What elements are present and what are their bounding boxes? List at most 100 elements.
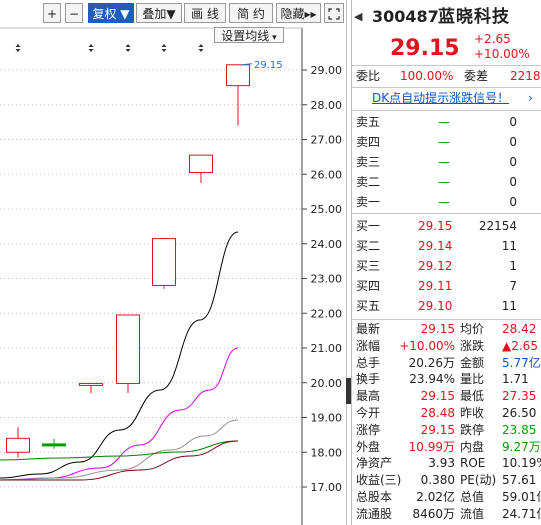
stat-value: 29.15 bbox=[420, 389, 455, 404]
stat-value: 10.19% bbox=[502, 456, 541, 471]
diejia-dropdown[interactable]: 叠加▼ bbox=[136, 3, 182, 23]
price-tick-label: 27.00 bbox=[311, 134, 343, 147]
draw-line-button[interactable]: 画 线 bbox=[184, 3, 226, 23]
period-marker-icon bbox=[15, 44, 21, 52]
stat-row: 外盘 10.99万 内盘 9.27万 bbox=[352, 439, 541, 456]
order-price: — bbox=[438, 115, 450, 129]
stat-row: 换手 23.94% 量比 1.71 bbox=[352, 371, 541, 388]
stat-row: 今开 28.48 昨收 26.50 bbox=[352, 405, 541, 422]
stat-value: 28.42 bbox=[502, 322, 537, 336]
expand-icon bbox=[328, 8, 340, 20]
divider bbox=[352, 319, 541, 320]
price-tick-label: 23.00 bbox=[311, 273, 343, 286]
price-tick-label: 28.00 bbox=[311, 99, 343, 112]
buy-row: 买四 29.11 7 bbox=[352, 277, 541, 296]
price-change-pct: +10.00% bbox=[474, 47, 530, 61]
stat-label: 流值 bbox=[460, 506, 485, 521]
sell-row: 卖一 — 0 bbox=[352, 193, 541, 212]
stat-row: 最高 29.15 最低 27.35 bbox=[352, 388, 541, 405]
divider bbox=[352, 213, 541, 214]
stat-row: 总股本 2.02亿总值 59.01亿 bbox=[352, 489, 541, 506]
stat-label: 金额 bbox=[460, 355, 485, 370]
stat-value: 27.35 bbox=[502, 389, 537, 404]
fuquan-dropdown[interactable]: 复权 ▼ bbox=[88, 3, 134, 23]
sell-row: 卖五 — 0 bbox=[352, 113, 541, 132]
order-volume: 11 bbox=[501, 299, 517, 313]
period-markers bbox=[15, 44, 204, 52]
candle-body bbox=[116, 314, 140, 384]
order-volume: 1 bbox=[509, 259, 517, 273]
price-change: +2.65 bbox=[474, 32, 511, 46]
chevron-down-icon: ▼ bbox=[116, 7, 130, 21]
weibi-value: 100.00% bbox=[400, 69, 454, 83]
dk-signal-text[interactable]: DK点自动提示涨跌信号！ bbox=[372, 89, 509, 108]
order-label: 买五 bbox=[356, 299, 381, 313]
order-price: — bbox=[438, 195, 450, 209]
max-price-pointer bbox=[241, 63, 253, 66]
quote-panel: ◀ 300487 蓝晓科技 29.15 +2.65 +10.00% 委比 100… bbox=[352, 0, 541, 525]
divider bbox=[352, 65, 541, 66]
fullscreen-button[interactable] bbox=[324, 3, 344, 23]
buy-row: 买二 29.14 11 bbox=[352, 237, 541, 256]
buy-row: 买一 29.15 22154 bbox=[352, 217, 541, 236]
chevron-down-icon: ▼ bbox=[166, 7, 176, 21]
order-label: 买三 bbox=[356, 259, 381, 273]
max-price-label: 29.15 bbox=[254, 60, 283, 71]
price-tick-label: 20.00 bbox=[311, 377, 343, 390]
order-volume: 0 bbox=[509, 195, 517, 209]
collapse-triangle-icon[interactable]: ◀ bbox=[354, 6, 362, 28]
order-price: — bbox=[438, 175, 450, 189]
stat-value: +10.00% bbox=[399, 338, 455, 353]
stat-label: 收益(三) bbox=[356, 473, 402, 488]
buy-row: 买三 29.12 1 bbox=[352, 257, 541, 276]
sell-row: 卖四 — 0 bbox=[352, 133, 541, 152]
simple-mode-button[interactable]: 简 约 bbox=[229, 3, 273, 23]
kline-chart[interactable]: 29.00 28.00 27.00 26.00 25.00 24.00 23.00 22.00… bbox=[0, 0, 346, 525]
order-price: 29.11 bbox=[418, 279, 453, 293]
chevron-right-icon[interactable]: › bbox=[528, 89, 533, 108]
stat-row: 涨停 29.15 跌停 23.85 bbox=[352, 422, 541, 439]
panel-divider bbox=[346, 0, 347, 525]
divider bbox=[352, 110, 541, 111]
price-tick-label: 18.00 bbox=[311, 446, 343, 459]
hide-button[interactable]: 隐藏▸▸ bbox=[276, 3, 321, 23]
stat-value: 2.02亿 bbox=[416, 490, 455, 504]
stat-value: 3.93 bbox=[428, 456, 455, 471]
stat-value: 10.99万 bbox=[408, 439, 455, 454]
stat-label: 量比 bbox=[460, 372, 485, 387]
weicha-value: 22185 bbox=[510, 69, 541, 83]
zoom-in-button[interactable]: + bbox=[43, 3, 61, 23]
order-label: 买一 bbox=[356, 219, 381, 233]
price-tick-label: 29.00 bbox=[311, 64, 343, 77]
stat-label: 跌停 bbox=[460, 422, 485, 437]
candles bbox=[6, 64, 250, 458]
stat-label: 总值 bbox=[460, 490, 485, 504]
stat-label: 总手 bbox=[356, 355, 381, 370]
period-marker-icon bbox=[125, 44, 131, 52]
stat-value: 23.94% bbox=[409, 372, 455, 387]
price-tick-label: 25.00 bbox=[311, 203, 343, 216]
zoom-out-button[interactable]: − bbox=[65, 3, 83, 23]
stat-row: 流通股 8460万流值 24.71亿 bbox=[352, 506, 541, 523]
order-volume: 0 bbox=[509, 175, 517, 189]
order-price: 29.14 bbox=[418, 239, 453, 253]
dk-signal-link[interactable]: DK点自动提示涨跌信号！ › bbox=[352, 89, 541, 108]
price-tick-label: 22.00 bbox=[311, 307, 343, 320]
stat-row: 涨幅 +10.00% 涨跌 ▲2.65 bbox=[352, 338, 541, 355]
order-label: 卖五 bbox=[356, 115, 381, 129]
price-tick-label: 21.00 bbox=[311, 342, 343, 355]
stat-label: 涨跌 bbox=[460, 338, 485, 353]
stat-value: 29.15 bbox=[420, 422, 455, 437]
order-volume: 7 bbox=[509, 279, 517, 293]
stat-value: 59.01亿 bbox=[502, 490, 541, 504]
period-marker-icon bbox=[161, 44, 167, 52]
ma-settings-dropdown[interactable]: 设置均线 ▾ bbox=[214, 27, 284, 43]
stat-value: 9.27万 bbox=[502, 439, 541, 454]
weibi-label: 委比 bbox=[356, 69, 381, 83]
period-marker-icon bbox=[88, 44, 94, 52]
current-price: 29.15 bbox=[390, 36, 460, 61]
order-price: 29.10 bbox=[418, 299, 453, 313]
stat-label: 均价 bbox=[460, 322, 485, 336]
buy-row: 买五 29.10 11 bbox=[352, 297, 541, 316]
stat-label: ROE bbox=[460, 456, 486, 471]
